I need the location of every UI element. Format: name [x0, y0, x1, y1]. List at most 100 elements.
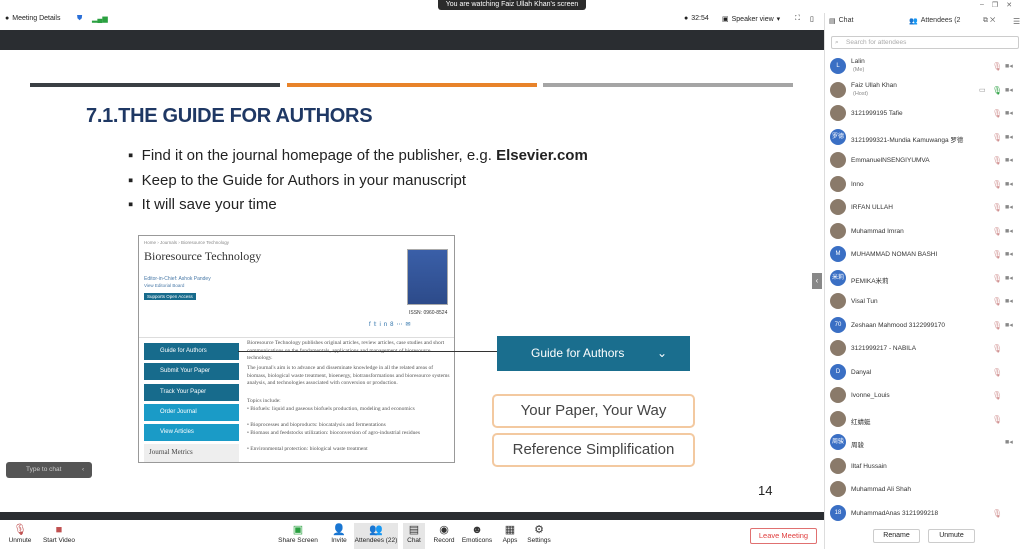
- mic-icon[interactable]: 🎙: [992, 86, 1002, 95]
- mic-icon[interactable]: 🎙: [992, 321, 1002, 330]
- video-icon[interactable]: ■◂: [1005, 180, 1013, 188]
- mic-icon[interactable]: 🎙: [992, 509, 1002, 518]
- mic-icon[interactable]: 🎙: [992, 109, 1002, 118]
- speaker-view-dropdown[interactable]: ▣ Speaker view ▾: [722, 15, 780, 24]
- attendee-row[interactable]: Visal Tun 🎙 ■◂: [825, 290, 1024, 313]
- video-icon[interactable]: ■◂: [1005, 62, 1013, 70]
- attendee-name: Faiz Ullah Khan: [851, 81, 897, 89]
- mic-icon[interactable]: 🎙: [992, 391, 1002, 400]
- meeting-details-button[interactable]: ● Meeting Details: [5, 15, 60, 22]
- unmute-button[interactable]: 🎙 Unmute: [8, 523, 32, 544]
- mic-muted-icon: 🎙: [13, 524, 27, 536]
- video-icon[interactable]: ■◂: [1005, 250, 1013, 258]
- tab-chat[interactable]: ▤ Chat: [829, 17, 853, 25]
- minimize-icon[interactable]: –: [980, 1, 984, 9]
- video-icon[interactable]: ■◂: [1005, 438, 1013, 446]
- restore-icon[interactable]: ❐: [992, 1, 998, 9]
- attendee-row[interactable]: 罗德 3121999321-Mundia Kamuwanga 罗德 🎙 ■◂: [825, 126, 1024, 149]
- avatar: [830, 152, 846, 168]
- settings-button[interactable]: ⚙ Settings: [526, 523, 552, 544]
- video-icon[interactable]: ■◂: [1005, 203, 1013, 211]
- record-button[interactable]: ◉ Record: [432, 523, 456, 544]
- mic-icon[interactable]: 🎙: [992, 250, 1002, 259]
- video-icon[interactable]: ■◂: [1005, 274, 1013, 282]
- mic-icon[interactable]: 🎙: [992, 156, 1002, 165]
- mic-icon[interactable]: 🎙: [992, 344, 1002, 353]
- signal-icon[interactable]: ▂▄▆: [92, 15, 108, 23]
- rename-button[interactable]: Rename: [873, 529, 920, 543]
- video-icon[interactable]: ■◂: [1005, 86, 1013, 94]
- video-icon[interactable]: ■◂: [1005, 109, 1013, 117]
- mic-icon[interactable]: 🎙: [992, 133, 1002, 142]
- attendee-row[interactable]: 红蜻蜓 🎙: [825, 408, 1024, 431]
- mic-icon[interactable]: 🎙: [992, 297, 1002, 306]
- attendee-row[interactable]: M MUHAMMAD NOMAN BASHI 🎙 ■◂: [825, 243, 1024, 266]
- social-icons: f𝕥in8⋯✉: [369, 322, 414, 328]
- video-icon[interactable]: ■◂: [1005, 156, 1013, 164]
- attendee-row[interactable]: Muhammad Ali Shah: [825, 478, 1024, 501]
- attendee-row[interactable]: Iltaf Hussain: [825, 455, 1024, 478]
- attendee-name: MUHAMMAD NOMAN BASHI: [851, 251, 938, 258]
- mic-icon[interactable]: 🎙: [992, 62, 1002, 71]
- mic-icon[interactable]: 🎙: [992, 180, 1002, 189]
- mic-icon[interactable]: 🎙: [992, 227, 1002, 236]
- unmute-button[interactable]: Unmute: [928, 529, 975, 543]
- menu-icon[interactable]: ☰: [1013, 17, 1020, 26]
- attendee-row[interactable]: 70 Zeshaan Mahmood 3122999170 🎙 ■◂: [825, 314, 1024, 337]
- attendee-row[interactable]: 米莉 PEMIKA米莉 🎙 ■◂: [825, 267, 1024, 290]
- collapse-panel-button[interactable]: ‹: [812, 273, 822, 289]
- panel-toggle-icon[interactable]: ▯: [810, 15, 814, 23]
- video-icon[interactable]: ■◂: [1005, 321, 1013, 329]
- shield-icon[interactable]: ⛊: [77, 15, 82, 23]
- collapse-icon[interactable]: ‹: [82, 462, 84, 478]
- attendee-row[interactable]: 18 MuhammadAnas 3121999218 🎙: [825, 502, 1024, 525]
- attendee-row[interactable]: D Danyal 🎙: [825, 361, 1024, 384]
- chat-input[interactable]: Type to chat ‹: [6, 462, 92, 478]
- attendee-row[interactable]: EmmanuelNSENGIYUMVA 🎙 ■◂: [825, 149, 1024, 172]
- avatar: [830, 293, 846, 309]
- viewing-banner: You are watching Faiz Ullah Khan's scree…: [438, 0, 586, 10]
- attendee-row[interactable]: 周骏 周骏 ■◂: [825, 431, 1024, 454]
- start-video-button[interactable]: ■ Start Video: [42, 523, 76, 544]
- attendee-name: PEMIKA米莉: [851, 277, 889, 285]
- chat-icon: ▤: [829, 18, 836, 25]
- video-icon[interactable]: ■◂: [1005, 133, 1013, 141]
- avatar: [830, 481, 846, 497]
- chat-button[interactable]: ▤ Chat: [403, 523, 425, 549]
- search-attendees-input[interactable]: ⌕ Search for attendees: [831, 36, 1019, 49]
- mic-icon[interactable]: 🎙: [992, 274, 1002, 283]
- attendee-row[interactable]: 3121999195 Tafie 🎙 ■◂: [825, 102, 1024, 125]
- clock-icon: ●: [684, 15, 689, 22]
- attendee-row[interactable]: L Lalin (Me) 🎙 ■◂: [825, 55, 1024, 78]
- share-screen-button[interactable]: ▣ Share Screen: [278, 523, 318, 544]
- attendee-name: 3121999321-Mundia Kamuwanga 罗德: [851, 136, 964, 144]
- screen-share-icon: ▭: [979, 86, 986, 94]
- attendees-icon: 👥: [369, 524, 383, 536]
- attendee-row[interactable]: Inno 🎙 ■◂: [825, 173, 1024, 196]
- avatar: 70: [830, 316, 846, 333]
- close-icon[interactable]: ✕: [1006, 1, 1012, 9]
- video-icon[interactable]: ■◂: [1005, 227, 1013, 235]
- mic-icon[interactable]: 🎙: [992, 368, 1002, 377]
- attendee-row[interactable]: Muhammad Imran 🎙 ■◂: [825, 220, 1024, 243]
- journal-page-screenshot: Home › Journals › Bioresource Technology…: [138, 235, 455, 463]
- tab-attendees[interactable]: 👥 Attendees (2: [909, 17, 960, 25]
- fullscreen-icon[interactable]: ⛶: [795, 15, 800, 23]
- attendee-row[interactable]: Faiz Ullah Khan (Host) ▭ 🎙 ■◂: [825, 79, 1024, 102]
- mic-icon[interactable]: 🎙: [992, 415, 1002, 424]
- mic-icon[interactable]: 🎙: [992, 203, 1002, 212]
- attendee-row[interactable]: Ivonne_Louis 🎙: [825, 384, 1024, 407]
- emoticons-button[interactable]: ☻ Emoticons: [460, 523, 494, 544]
- attendee-row[interactable]: IRFAN ULLAH 🎙 ■◂: [825, 196, 1024, 219]
- video-off-icon: ■: [55, 524, 63, 536]
- video-icon[interactable]: ■◂: [1005, 297, 1013, 305]
- leave-meeting-button[interactable]: Leave Meeting: [750, 528, 817, 544]
- invite-button[interactable]: 👤 Invite: [328, 523, 350, 544]
- attendee-name: Iltaf Hussain: [851, 462, 887, 470]
- popout-icon[interactable]: ⧉ ✕: [983, 17, 995, 25]
- attendee-row[interactable]: 3121999217 - NABILA 🎙: [825, 337, 1024, 360]
- apps-button[interactable]: ▦ Apps: [500, 523, 520, 544]
- attendees-button[interactable]: 👥 Attendees (22): [354, 523, 398, 549]
- attendee-name: Muhammad Ali Shah: [851, 486, 911, 493]
- avatar: [830, 340, 846, 356]
